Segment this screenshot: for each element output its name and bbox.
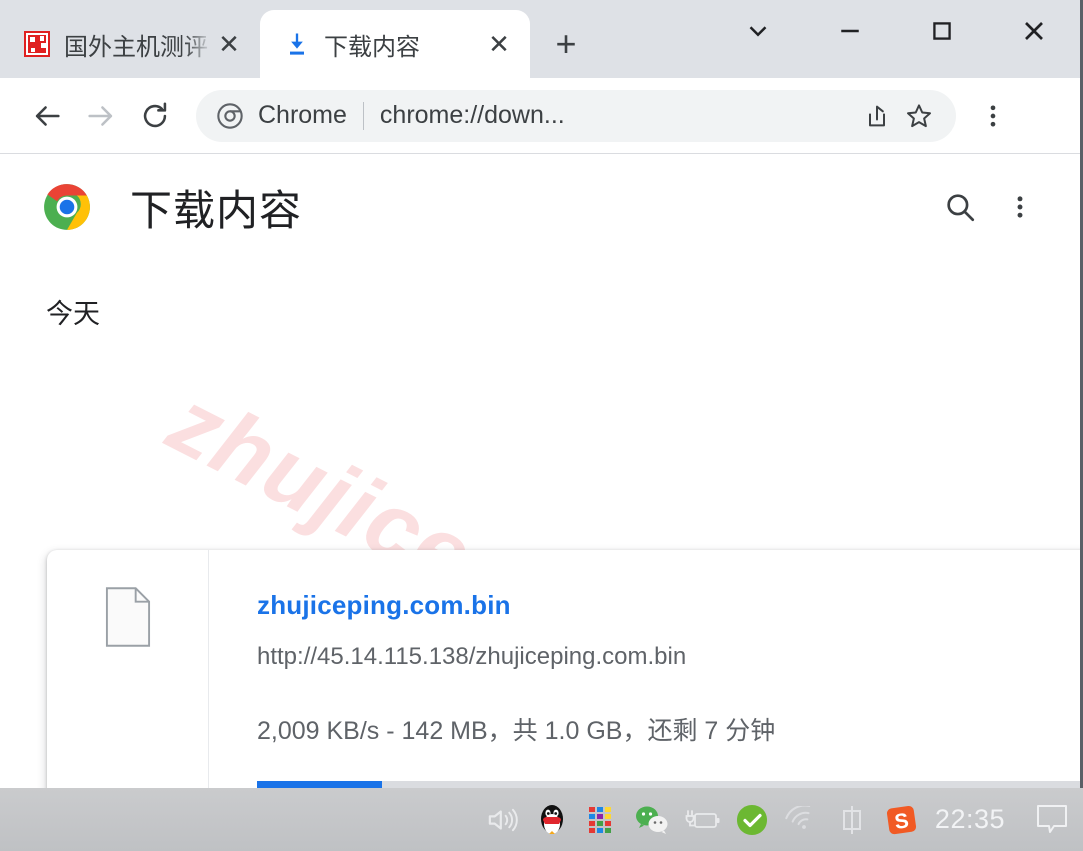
tab-strip: 国外主机测评 ✕ 下载内容 ✕ + xyxy=(0,0,1080,78)
tab-title: 国外主机测评 xyxy=(64,33,208,61)
new-tab-button[interactable]: + xyxy=(540,18,592,70)
downloads-page: 下载内容 今天 zhujiceping.com.bin http://45.14… xyxy=(0,154,1080,788)
download-status-text: 2,009 KB/s - 142 MB，共 1.0 GB，还剩 7 分钟 xyxy=(257,717,776,745)
notification-icon[interactable] xyxy=(1021,788,1083,851)
download-progress-bar xyxy=(257,781,1080,788)
download-file-icon-column xyxy=(47,550,209,788)
omnibox-divider xyxy=(362,101,364,130)
download-progress-fill xyxy=(257,781,382,788)
close-icon[interactable] xyxy=(988,0,1080,62)
volume-icon[interactable] xyxy=(477,788,527,851)
download-item-card[interactable]: zhujiceping.com.bin http://45.14.115.138… xyxy=(47,550,1080,788)
qq-penguin-icon[interactable] xyxy=(527,788,577,851)
download-file-name-link[interactable]: zhujiceping.com.bin xyxy=(257,590,1080,621)
forward-button[interactable] xyxy=(74,89,128,143)
omnibox-chip-label: Chrome xyxy=(258,101,347,129)
download-source-url: http://45.14.115.138/zhujiceping.com.bin xyxy=(257,643,687,670)
minimize-icon[interactable] xyxy=(804,0,896,62)
tab-downloads[interactable]: 下载内容 ✕ xyxy=(260,10,530,78)
taskbar-clock[interactable]: 22:35 xyxy=(927,804,1021,835)
chrome-logo-icon xyxy=(42,182,92,232)
toolbar-right-group xyxy=(966,89,1020,143)
tab-close-icon[interactable]: ✕ xyxy=(212,27,246,61)
download-item-body: zhujiceping.com.bin http://45.14.115.138… xyxy=(209,550,1080,788)
page-title: 下载内容 xyxy=(130,186,303,234)
download-icon xyxy=(282,29,312,59)
bookmark-star-icon[interactable] xyxy=(898,95,940,137)
tab-close-icon[interactable]: ✕ xyxy=(482,27,516,61)
reload-button[interactable] xyxy=(128,89,182,143)
green-check-icon[interactable] xyxy=(727,788,777,851)
ime-chinese-icon[interactable] xyxy=(827,788,877,851)
red-seal-icon xyxy=(22,29,52,59)
window-controls xyxy=(712,0,1080,62)
wifi-icon[interactable] xyxy=(777,788,827,851)
screen: 国外主机测评 ✕ 下载内容 ✕ + Chrome chrome://down..… xyxy=(0,0,1083,851)
tab-search-chevron-down-icon[interactable] xyxy=(712,0,804,62)
chrome-icon xyxy=(216,102,246,130)
wechat-icon[interactable] xyxy=(627,788,677,851)
three-dot-menu-icon[interactable] xyxy=(990,177,1050,237)
windows-taskbar: S 22:35 xyxy=(0,788,1083,851)
maximize-icon[interactable] xyxy=(896,0,988,62)
back-button[interactable] xyxy=(20,89,74,143)
battery-plug-icon[interactable] xyxy=(677,788,727,851)
search-icon[interactable] xyxy=(930,177,990,237)
downloads-header: 下载内容 xyxy=(0,154,1080,260)
share-icon[interactable] xyxy=(856,95,898,137)
sogou-s-icon[interactable]: S xyxy=(877,788,927,851)
tab-title: 下载内容 xyxy=(324,33,420,61)
chrome-browser-window: 国外主机测评 ✕ 下载内容 ✕ + Chrome chrome://down..… xyxy=(0,0,1083,788)
tab-guowai-zhuji-ceping[interactable]: 国外主机测评 ✕ xyxy=(0,10,260,78)
address-bar[interactable]: Chrome chrome://down... xyxy=(196,89,956,142)
three-dot-menu-icon[interactable] xyxy=(966,89,1020,143)
generic-file-icon xyxy=(105,587,150,647)
browser-toolbar: Chrome chrome://down... xyxy=(0,78,1080,154)
color-grid-icon[interactable] xyxy=(577,788,627,851)
omnibox-url-text[interactable]: chrome://down... xyxy=(380,101,856,130)
date-group-heading: 今天 xyxy=(46,299,100,329)
